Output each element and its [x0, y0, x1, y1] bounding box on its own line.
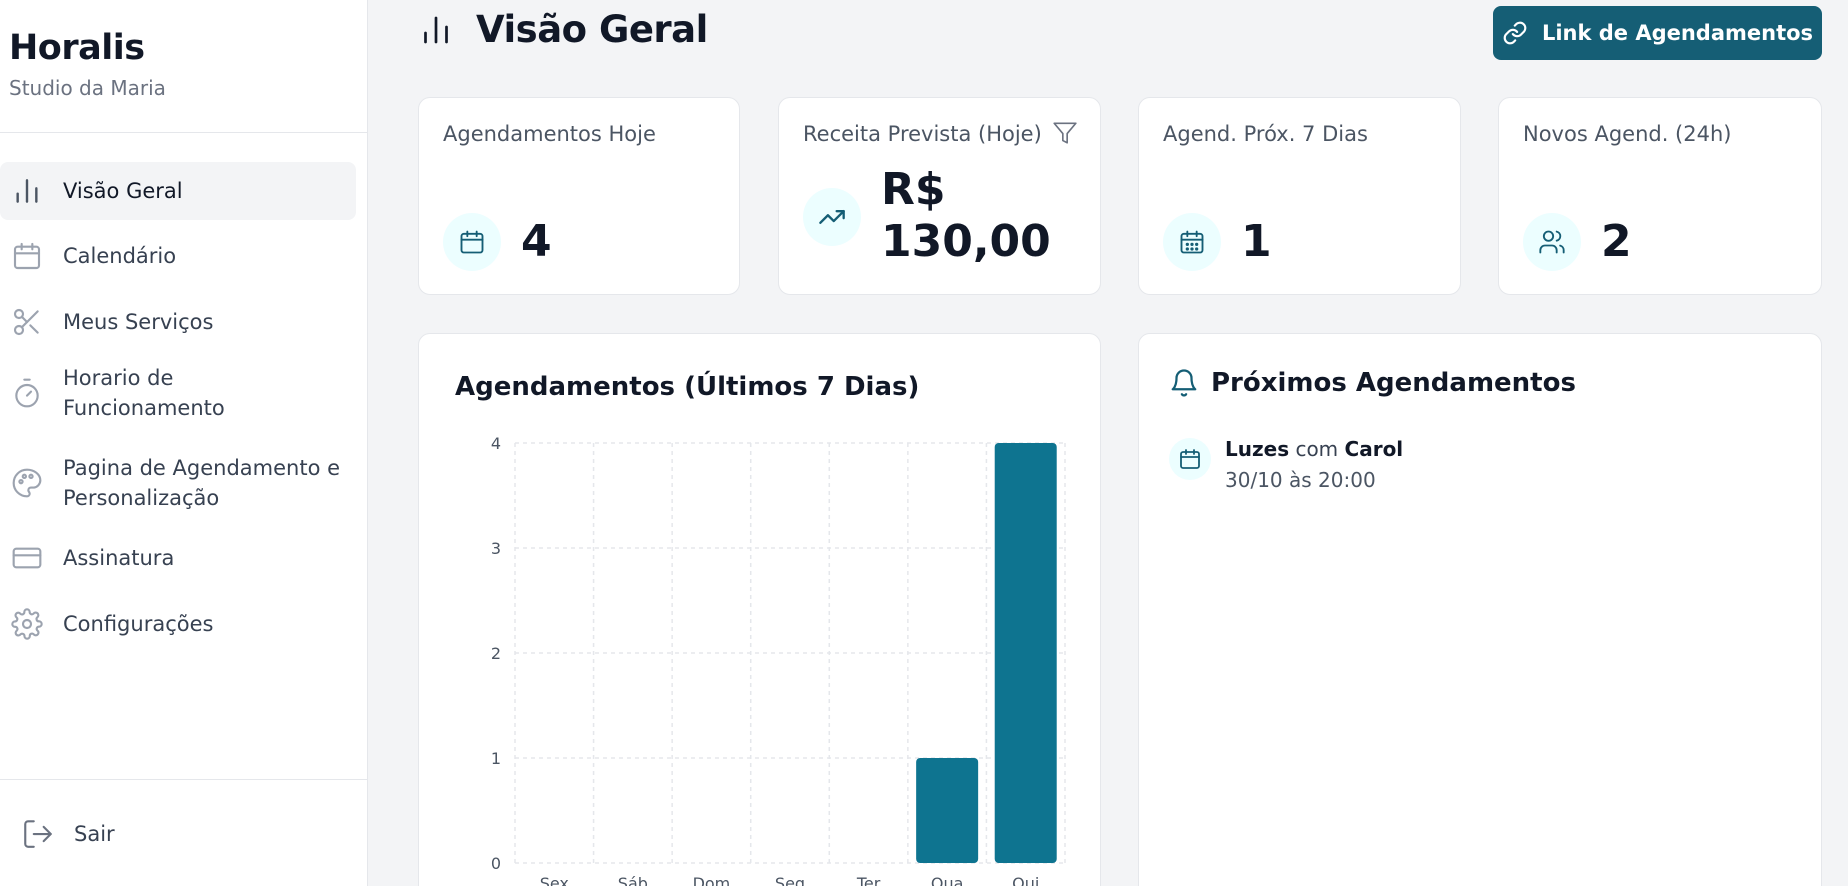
y-tick-label: 4 [491, 434, 501, 453]
appointment-connector: com [1295, 437, 1339, 461]
appointment-details: Luzes com Carol 30/10 às 20:00 [1225, 434, 1403, 496]
users-icon [1523, 213, 1581, 271]
sidebar-item-visao-geral[interactable]: Visão Geral [0, 162, 356, 220]
logout-button[interactable]: Sair [20, 816, 115, 852]
sidebar-item-horario-funcionamento[interactable]: Horario de Funcionamento [0, 358, 356, 428]
bell-icon [1169, 368, 1199, 398]
filter-icon[interactable] [1052, 120, 1078, 146]
bar-chart-icon [10, 174, 44, 208]
y-tick-label: 0 [491, 854, 501, 873]
timer-icon [10, 376, 44, 410]
stat-card-next-7-days: Agend. Próx. 7 Dias 1 [1138, 97, 1461, 295]
y-tick-label: 3 [491, 539, 501, 558]
upcoming-header: Próximos Agendamentos [1169, 368, 1576, 398]
sidebar-item-assinatura[interactable]: Assinatura [0, 530, 356, 586]
sidebar-item-meus-servicos[interactable]: Meus Serviços [0, 294, 356, 350]
stat-label: Agendamentos Hoje [443, 122, 656, 146]
sidebar-item-label: Pagina de Agendamento e Personalização [63, 456, 341, 510]
stat-label: Novos Agend. (24h) [1523, 122, 1732, 146]
stat-card-revenue: Receita Prevista (Hoje) R$ 130,00 [778, 97, 1101, 295]
y-tick-label: 2 [491, 644, 501, 663]
credit-card-icon [10, 541, 44, 575]
palette-icon [10, 466, 44, 500]
x-tick-label: Seg [775, 874, 805, 886]
booking-link-label: Link de Agendamentos [1541, 21, 1814, 45]
stat-card-today: Agendamentos Hoje 4 [418, 97, 740, 295]
appointment-summary: Luzes com Carol [1225, 434, 1403, 464]
bar-chart-icon [418, 12, 454, 48]
logout-label: Sair [74, 822, 115, 846]
chart-card: Agendamentos (Últimos 7 Dias) 0 1 2 3 4 Sex Sá… [418, 333, 1101, 886]
sidebar-item-label: Visão Geral [63, 179, 183, 203]
booking-link-button[interactable]: Link de Agendamentos [1493, 6, 1822, 60]
logout-icon [20, 816, 56, 852]
upcoming-title: Próximos Agendamentos [1211, 368, 1576, 398]
calendar-icon [443, 213, 501, 271]
x-tick-label: Sáb [618, 874, 648, 886]
stat-value: 4 [521, 216, 552, 267]
sidebar-item-calendario[interactable]: Calendário [0, 228, 356, 284]
stat-label: Receita Prevista (Hoje) [803, 122, 1042, 146]
page-title: Visão Geral [476, 8, 708, 51]
stat-value-amount: 130,00 [881, 216, 1051, 267]
stat-value-currency: R$ [881, 164, 946, 215]
app-logo-text: Horalis [9, 28, 145, 68]
sidebar-item-label: Configurações [63, 612, 214, 636]
gear-icon [10, 607, 44, 641]
sidebar-item-pagina-agendamento[interactable]: Pagina de Agendamento e Personalização [0, 448, 356, 518]
x-tick-label: Qua [931, 874, 964, 886]
stat-value: R$ 130,00 [881, 164, 1051, 268]
x-tick-label: Dom [693, 874, 731, 886]
sidebar: Horalis Studio da Maria Visão Geral Cale… [0, 0, 368, 886]
brand: Horalis Studio da Maria [9, 28, 166, 100]
bar-chart: 0 1 2 3 4 Sex Sáb Dom Seg Ter Qua Qui [491, 434, 1066, 886]
appointment-item[interactable]: Luzes com Carol 30/10 às 20:00 [1169, 434, 1403, 496]
stat-label: Agend. Próx. 7 Dias [1163, 122, 1368, 146]
chart-bar [994, 443, 1057, 863]
trending-up-icon [803, 188, 861, 246]
appointment-datetime: 30/10 às 20:00 [1225, 468, 1376, 492]
sidebar-item-label: Horario de Funcionamento [63, 366, 225, 420]
link-icon [1502, 20, 1528, 46]
page-header: Visão Geral [418, 8, 708, 51]
sidebar-item-label: Assinatura [63, 546, 175, 570]
calendar-icon [1169, 438, 1211, 480]
sidebar-item-label: Meus Serviços [63, 310, 214, 334]
sidebar-divider [0, 779, 368, 780]
scissors-icon [10, 305, 44, 339]
sidebar-divider [0, 132, 368, 133]
calendar-icon [10, 239, 44, 273]
x-tick-label: Qui [1012, 874, 1039, 886]
stat-value: 2 [1601, 216, 1632, 267]
sidebar-nav: Visão Geral Calendário Meus Serviços Hor… [0, 162, 356, 652]
studio-name: Studio da Maria [9, 76, 166, 100]
upcoming-card: Próximos Agendamentos Luzes com Carol 30… [1138, 333, 1822, 886]
calendar-days-icon [1163, 213, 1221, 271]
sidebar-item-label: Calendário [63, 244, 177, 268]
sidebar-item-configuracoes[interactable]: Configurações [0, 596, 356, 652]
stat-card-new-24h: Novos Agend. (24h) 2 [1498, 97, 1822, 295]
x-tick-label: Sex [540, 874, 569, 886]
appointment-service: Luzes [1225, 437, 1290, 461]
chart-bar [916, 758, 979, 863]
x-tick-label: Ter [856, 874, 881, 886]
stat-value: 1 [1241, 216, 1272, 267]
y-tick-label: 1 [491, 749, 501, 768]
appointment-client: Carol [1344, 437, 1404, 461]
